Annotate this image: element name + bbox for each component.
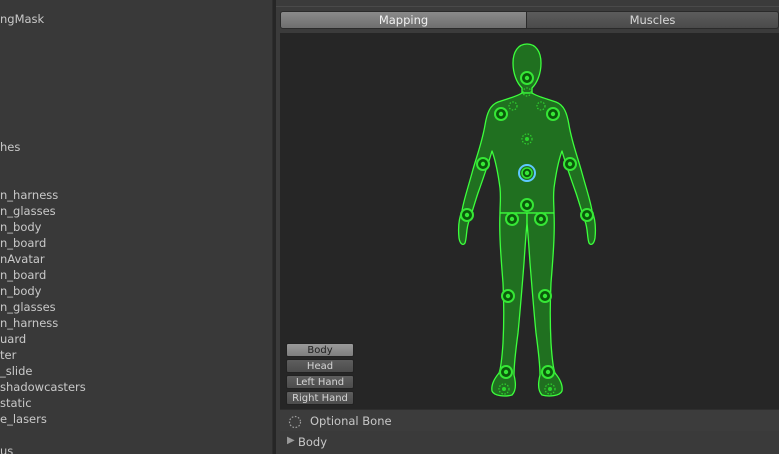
hierarchy-item[interactable]: static [0,395,32,411]
bone-joint-hips[interactable] [520,198,534,212]
optional-bone-icon [288,415,302,429]
bone-joint-right-foot[interactable] [541,365,555,379]
triangle-right-icon[interactable]: ▶ [287,435,295,446]
bone-joint-right-knee[interactable] [538,289,552,303]
bone-joint-left-elbow[interactable] [476,157,490,171]
hierarchy-item[interactable]: nAvatar [0,251,45,267]
body-part-button-left-hand[interactable]: Left Hand [286,375,354,389]
bone-joint-right-upper-leg[interactable] [534,212,548,226]
inspector-panel: Mapping Muscles Body Head Left Hand Righ… [276,0,779,454]
body-foldout[interactable]: ▶ Body [280,431,779,454]
hierarchy-item[interactable]: e_lasers [0,411,47,427]
hierarchy-item[interactable]: n_body [0,283,41,299]
hierarchy-item[interactable]: us [0,443,13,454]
bone-joint-head[interactable] [520,71,534,85]
body-part-button-body[interactable]: Body [286,343,354,357]
bone-joint-left-knee[interactable] [501,289,515,303]
bone-joint-right-hand[interactable] [580,208,594,222]
hierarchy-item[interactable]: n_board [0,235,46,251]
hierarchy-item[interactable]: n_glasses [0,299,56,315]
bone-joint-spine-selected[interactable] [518,164,536,182]
bone-joint-left-upper-leg[interactable] [505,212,519,226]
bone-joint-right-shoulder[interactable] [546,107,560,121]
hierarchy-item[interactable]: _slide [0,363,33,379]
hierarchy-item[interactable]: n_glasses [0,203,56,219]
tab-mapping[interactable]: Mapping [280,11,527,29]
hierarchy-item[interactable]: n_harness [0,187,58,203]
optional-bone-label: Optional Bone [310,414,392,428]
bone-joint-left-hand[interactable] [460,208,474,222]
body-part-button-head[interactable]: Head [286,359,354,373]
body-part-selector: Body Head Left Hand Right Hand [286,343,354,407]
bone-joint-left-foot[interactable] [499,365,513,379]
hierarchy-item[interactable]: hes [0,139,20,155]
body-foldout-label[interactable]: Body [298,435,327,449]
bone-joint-right-elbow[interactable] [563,157,577,171]
hierarchy-item[interactable]: shadowcasters [0,379,86,395]
optional-bone-legend: Optional Bone [280,409,779,432]
hierarchy-item[interactable]: n_body [0,219,41,235]
avatar-head-shape [512,43,542,94]
bone-joint-left-shoulder[interactable] [494,107,508,121]
hierarchy-item[interactable]: ngMask [0,11,44,27]
hierarchy-item[interactable]: n_harness [0,315,58,331]
hierarchy-panel: ngMask hes n_harness n_glasses n_body n_… [0,0,272,454]
inspector-header-strip [276,0,779,7]
body-part-button-right-hand[interactable]: Right Hand [286,391,354,405]
tab-muscles[interactable]: Muscles [527,11,779,29]
mapping-tabs: Mapping Muscles [280,11,779,29]
hierarchy-item[interactable]: n_board [0,267,46,283]
avatar-mapping-view: Body Head Left Hand Right Hand [280,33,779,409]
avatar-body-figure [457,43,597,397]
hierarchy-item[interactable]: ter [0,347,16,363]
hierarchy-item[interactable]: uard [0,331,26,347]
